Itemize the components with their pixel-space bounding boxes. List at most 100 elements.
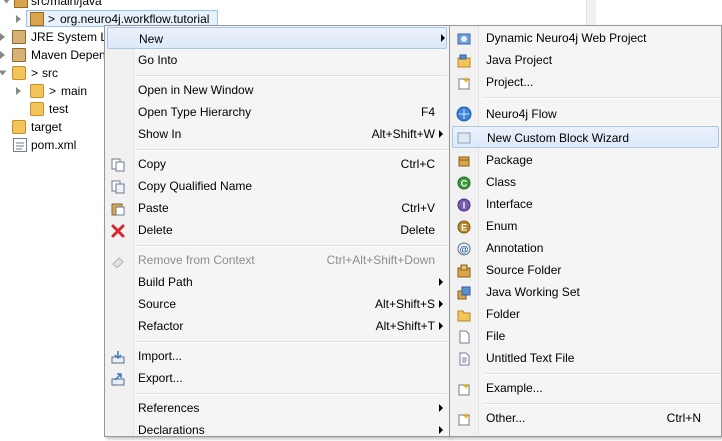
menu-item-shortcut: Alt+Shift+T [375,319,435,333]
submenu-arrow-icon [439,300,443,308]
source-folder-icon [14,0,28,8]
menu-item-label: References [138,401,200,415]
custom-block-icon [457,130,471,144]
folder-icon [457,307,471,322]
paste-icon [111,201,125,216]
menu-item-label: Copy Qualified Name [138,179,253,193]
menu-item-label: Package [486,153,533,167]
tree-item-label: target [31,120,62,134]
menu-item-label: Build Path [138,275,193,289]
expand-arrow-icon[interactable] [2,0,11,4]
menu-item-import[interactable]: Import... [105,345,449,367]
expand-arrow-icon[interactable] [0,33,5,41]
folder-icon [12,66,26,80]
project-icon [457,75,471,90]
menu-item-open-type-hierarchy[interactable]: Open Type Hierarchy F4 [105,101,449,123]
menu-separator [483,373,721,375]
menu-separator [136,393,447,395]
submenu-arrow-icon [439,130,443,138]
expand-arrow-icon[interactable] [0,51,5,59]
menu-item-delete[interactable]: Delete Delete [105,219,449,241]
expand-arrow-icon[interactable] [0,70,7,76]
menu-item-copy-qualified-name[interactable]: Copy Qualified Name [105,175,449,197]
menu-item-build-path[interactable]: Build Path [105,271,449,293]
menu-item-export[interactable]: Export... [105,367,449,389]
svg-text:@: @ [460,245,469,255]
submenu-item-file[interactable]: File [450,325,721,347]
copy-icon [111,157,125,172]
file-icon [457,329,471,344]
web-project-icon [457,31,471,45]
expand-arrow-icon[interactable] [16,15,21,23]
example-icon [457,381,471,396]
tree-item-prefix: > [31,66,39,80]
menu-item-label: Export... [138,371,183,385]
svg-text:E: E [461,223,467,233]
menu-item-refactor[interactable]: Refactor Alt+Shift+T [105,315,449,337]
folder-icon [30,102,44,116]
submenu-item-package[interactable]: Package [450,149,721,171]
submenu-item-class[interactable]: C Class [450,171,721,193]
tree-item-label: test [49,102,69,116]
folder-icon [12,120,26,134]
submenu-item-interface[interactable]: I Interface [450,193,721,215]
menu-item-label: Class [486,175,517,189]
expand-arrow-icon[interactable] [16,87,21,95]
tree-item-label: pom.xml [31,138,77,152]
library-icon [12,30,26,44]
menu-separator [136,245,447,247]
menu-item-go-into[interactable]: Go Into [105,49,449,71]
menu-item-label: Delete [138,223,173,237]
menu-item-remove-from-context[interactable]: Remove from Context Ctrl+Alt+Shift+Down [105,249,449,271]
tree-item-label: main [61,84,88,98]
new-submenu: Dynamic Neuro4j Web Project Java Project… [449,25,722,437]
menu-item-shortcut: Ctrl+C [400,157,435,171]
menu-item-copy[interactable]: Copy Ctrl+C [105,153,449,175]
neuro4j-flow-icon [456,106,472,122]
menu-item-paste[interactable]: Paste Ctrl+V [105,197,449,219]
submenu-item-project[interactable]: Project... [450,71,721,93]
menu-separator [136,149,447,151]
submenu-item-enum[interactable]: E Enum [450,215,721,237]
text-file-icon [457,351,471,366]
context-menu: New Go Into Open in New Window Open Type… [104,25,450,437]
submenu-item-source-folder[interactable]: Source Folder [450,259,721,281]
submenu-item-dynamic-web-project[interactable]: Dynamic Neuro4j Web Project [450,27,721,49]
menu-item-label: Open in New Window [138,83,254,97]
menu-separator [483,403,721,405]
working-set-icon [457,285,471,300]
menu-item-label: File [486,329,506,343]
submenu-item-annotation[interactable]: @ Annotation [450,237,721,259]
submenu-item-java-working-set[interactable]: Java Working Set [450,281,721,303]
menu-item-label: Neuro4j Flow [486,107,557,121]
menu-item-show-in[interactable]: Show In Alt+Shift+W [105,123,449,145]
menu-item-new[interactable]: New [107,27,447,49]
menu-item-label: Dynamic Neuro4j Web Project [486,31,647,45]
menu-item-shortcut: Alt+Shift+S [374,297,435,311]
package-icon [457,153,471,167]
menu-item-source[interactable]: Source Alt+Shift+S [105,293,449,315]
submenu-item-neuro4j-flow[interactable]: Neuro4j Flow [450,103,721,125]
folder-icon [30,84,44,98]
submenu-arrow-icon [439,322,443,330]
menu-item-shortcut: Delete [400,223,435,237]
submenu-item-new-custom-block-wizard[interactable]: New Custom Block Wizard [452,126,719,148]
menu-item-label: Show In [138,127,182,141]
menu-item-declarations[interactable]: Declarations [105,419,449,441]
menu-item-references[interactable]: References [105,397,449,419]
menu-item-label: Declarations [138,423,205,437]
menu-item-label: Java Project [486,53,553,67]
menu-item-label: Folder [486,307,521,321]
menu-item-label: Source [138,297,177,311]
menu-item-label: Import... [138,349,183,363]
submenu-item-java-project[interactable]: Java Project [450,49,721,71]
submenu-item-other[interactable]: Other... Ctrl+N [450,407,721,429]
menu-item-label: Source Folder [486,263,562,277]
delete-icon [111,223,125,238]
menu-item-open-new-window[interactable]: Open in New Window [105,79,449,101]
svg-text:I: I [463,201,466,211]
submenu-item-folder[interactable]: Folder [450,303,721,325]
submenu-item-example[interactable]: Example... [450,377,721,399]
menu-item-label: Other... [486,411,526,425]
submenu-item-untitled-text-file[interactable]: Untitled Text File [450,347,721,369]
